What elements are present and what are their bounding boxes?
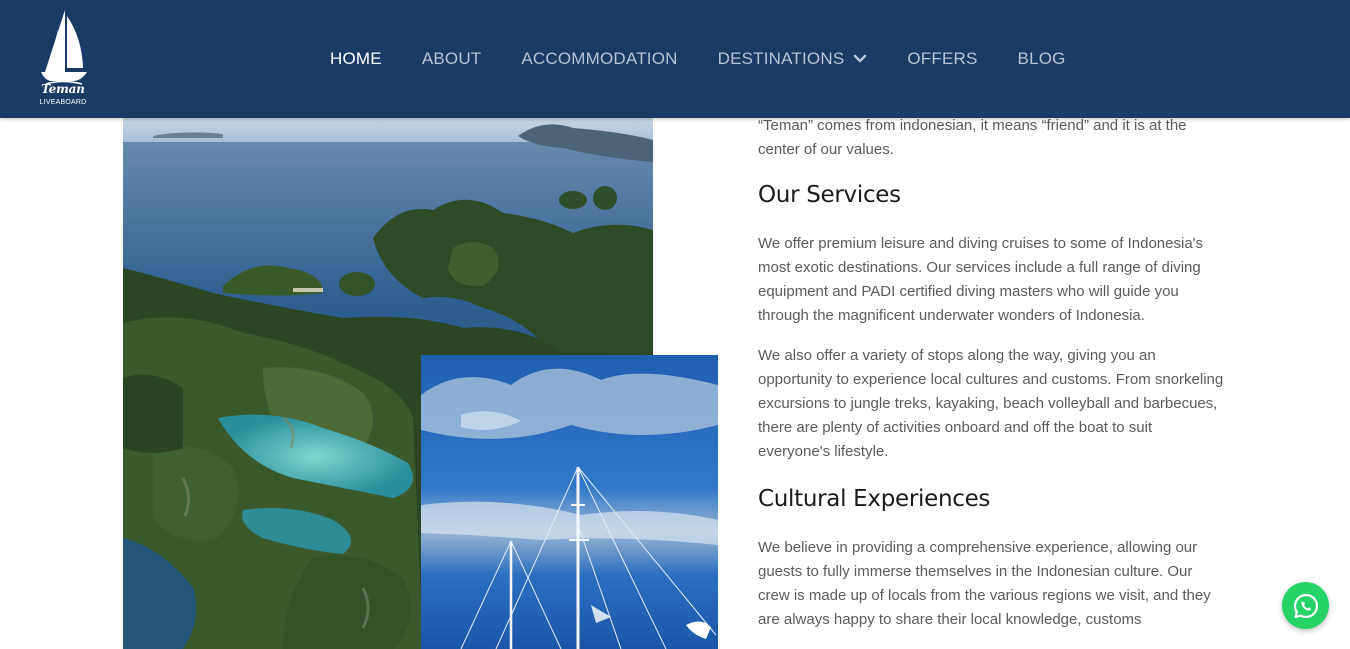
nav-home[interactable]: HOME — [330, 49, 382, 69]
culture-paragraph: We believe in providing a comprehensive … — [758, 539, 1211, 628]
site-logo[interactable]: Teman LIVEABOARD — [36, 8, 92, 110]
sailboat-photo — [421, 355, 718, 649]
whatsapp-icon — [1293, 593, 1318, 618]
nav-accommodation[interactable]: ACCOMMODATION — [521, 49, 677, 69]
services-paragraph-2: We also offer a variety of stops along t… — [758, 347, 1224, 460]
nav-offers[interactable]: OFFERS — [907, 49, 977, 69]
intro-paragraph: “Teman” comes from indonesian, it means … — [758, 117, 1187, 158]
nav-blog-label: BLOG — [1017, 49, 1066, 68]
logo-wordmark: Teman — [41, 82, 85, 96]
sailboat-logo-icon — [41, 10, 87, 85]
chevron-down-icon — [854, 54, 867, 63]
culture-heading: Cultural Experiences — [758, 486, 991, 512]
whatsapp-button[interactable] — [1282, 582, 1329, 629]
nav-destinations[interactable]: DESTINATIONS — [718, 49, 868, 69]
nav-blog[interactable]: BLOG — [1018, 49, 1066, 69]
nav-offers-label: OFFERS — [907, 49, 978, 68]
about-text-column: “Teman” comes from indonesian, it means … — [758, 114, 1228, 632]
main-nav: HOME ABOUT ACCOMMODATION DESTINATIONS OF… — [330, 47, 1106, 71]
nav-home-label: HOME — [330, 49, 382, 68]
nav-destinations-label: DESTINATIONS — [717, 49, 845, 68]
site-header: Teman LIVEABOARD HOME ABOUT ACCOMMODATIO… — [0, 0, 1350, 118]
nav-about-label: ABOUT — [421, 49, 482, 68]
nav-about[interactable]: ABOUT — [422, 49, 482, 69]
services-paragraph-1: We offer premium leisure and diving crui… — [758, 235, 1204, 324]
services-heading: Our Services — [758, 182, 901, 208]
nav-accommodation-label: ACCOMMODATION — [521, 49, 678, 68]
logo-tagline: LIVEABOARD — [39, 99, 87, 106]
